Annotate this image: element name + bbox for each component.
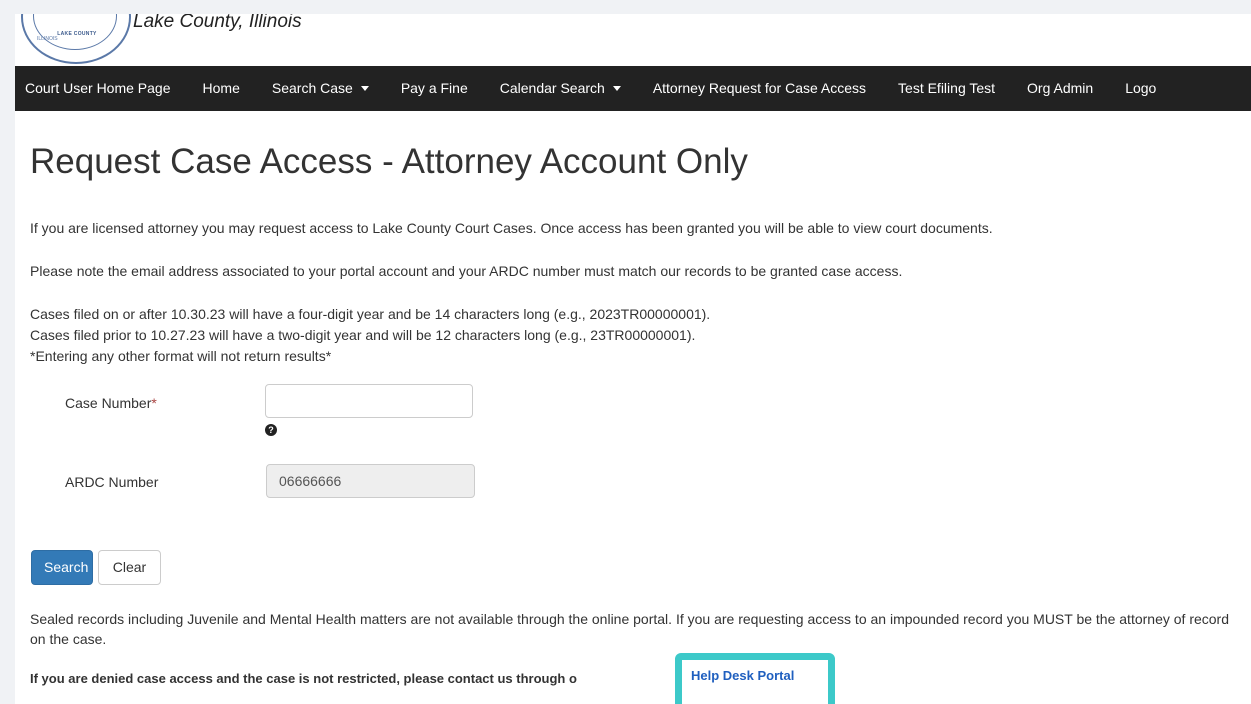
nav-calendar-search[interactable]: Calendar Search — [484, 66, 637, 111]
question-circle-icon[interactable]: ? — [265, 424, 277, 436]
nav-label: Court User Home Page — [25, 80, 171, 96]
nav-court-user-home[interactable]: Court User Home Page — [15, 66, 187, 111]
nav-test-efiling[interactable]: Test Efiling Test — [882, 66, 1011, 111]
caret-down-icon — [360, 86, 369, 91]
ardc-number-label: ARDC Number — [65, 474, 159, 490]
nav-label: Pay a Fine — [400, 80, 468, 96]
required-marker: * — [151, 395, 157, 411]
top-navbar: Court User Home Page Home Search Case Pa… — [15, 66, 1251, 111]
county-name: Lake County, Illinois — [133, 14, 302, 32]
caret-down-icon — [612, 86, 621, 91]
email-note-text: Please note the email address associated… — [30, 263, 903, 279]
seal-rim-text: ILLINOIS — [37, 36, 58, 42]
case-number-input[interactable] — [265, 384, 473, 418]
nav-org-admin[interactable]: Org Admin — [1011, 66, 1109, 111]
nav-label: Test Efiling Test — [898, 80, 996, 96]
format-line-3: *Entering any other format will not retu… — [30, 348, 332, 364]
help-desk-portal-link[interactable]: Help Desk Portal — [691, 668, 794, 683]
nav-pay-a-fine[interactable]: Pay a Fine — [385, 66, 484, 111]
format-line-2: Cases filed prior to 10.27.23 will have … — [30, 327, 696, 343]
intro-text: If you are licensed attorney you may req… — [30, 220, 993, 236]
format-line-1: Cases filed on or after 10.30.23 will ha… — [30, 306, 711, 322]
ardc-number-input — [266, 464, 475, 498]
nav-label: Attorney Request for Case Access — [652, 80, 867, 96]
nav-label: Home — [202, 80, 240, 96]
page: LAKE COUNTY ILLINOIS Lake County, Illino… — [15, 14, 1251, 704]
sealed-records-notice: Sealed records including Juvenile and Me… — [30, 611, 1229, 647]
nav-label: Calendar Search — [499, 80, 605, 96]
nav-attorney-request[interactable]: Attorney Request for Case Access — [637, 66, 882, 111]
nav-home[interactable]: Home — [187, 66, 256, 111]
denied-access-text: If you are denied case access and the ca… — [30, 671, 577, 686]
case-number-label: Case Number* — [65, 395, 157, 411]
site-header: LAKE COUNTY ILLINOIS Lake County, Illino… — [15, 14, 1251, 66]
nav-label: Search Case — [271, 80, 353, 96]
nav-search-case[interactable]: Search Case — [256, 66, 385, 111]
nav-label: Logo — [1125, 80, 1157, 96]
county-seal-logo: LAKE COUNTY ILLINOIS — [21, 14, 131, 64]
case-number-label-text: Case Number — [65, 395, 152, 411]
seal-inner-ring: LAKE COUNTY — [33, 14, 117, 50]
nav-logout[interactable]: Logo — [1109, 66, 1172, 111]
nav-label: Org Admin — [1027, 80, 1094, 96]
search-button[interactable]: Search — [31, 550, 93, 585]
page-title: Request Case Access - Attorney Account O… — [30, 142, 748, 181]
clear-button[interactable]: Clear — [98, 550, 161, 585]
